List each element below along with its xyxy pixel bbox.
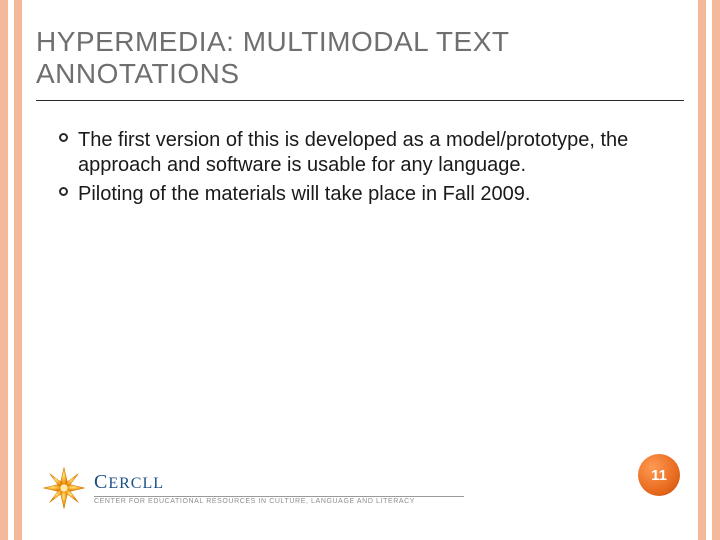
brand-text-block: CERCLL CENTER FOR EDUCATIONAL RESOURCES … — [94, 471, 464, 505]
list-item: Piloting of the materials will take plac… — [48, 182, 666, 207]
left-stripe-inner — [14, 0, 22, 540]
bullet-icon — [48, 128, 78, 142]
slide: HYPERMEDIA: MULTIMODAL TEXT ANNOTATIONS … — [0, 0, 720, 540]
footer-logo: CERCLL CENTER FOR EDUCATIONAL RESOURCES … — [42, 466, 464, 510]
left-stripe-outer — [0, 0, 8, 540]
brand-name: CERCLL — [94, 471, 164, 494]
right-stripe-inner — [698, 0, 706, 540]
bullet-icon — [48, 182, 78, 196]
slide-title: HYPERMEDIA: MULTIMODAL TEXT ANNOTATIONS — [36, 26, 684, 90]
bullet-text: Piloting of the materials will take plac… — [78, 182, 666, 207]
page-number-badge: 11 — [638, 454, 680, 496]
brand-divider — [94, 496, 464, 497]
title-underline — [36, 100, 684, 101]
page-number: 11 — [651, 467, 667, 484]
right-stripe-outer — [712, 0, 720, 540]
star-icon — [42, 466, 86, 510]
list-item: The first version of this is developed a… — [48, 128, 666, 178]
bullet-text: The first version of this is developed a… — [78, 128, 666, 178]
body-content: The first version of this is developed a… — [48, 128, 666, 211]
brand-tagline: CENTER FOR EDUCATIONAL RESOURCES IN CULT… — [94, 498, 464, 505]
